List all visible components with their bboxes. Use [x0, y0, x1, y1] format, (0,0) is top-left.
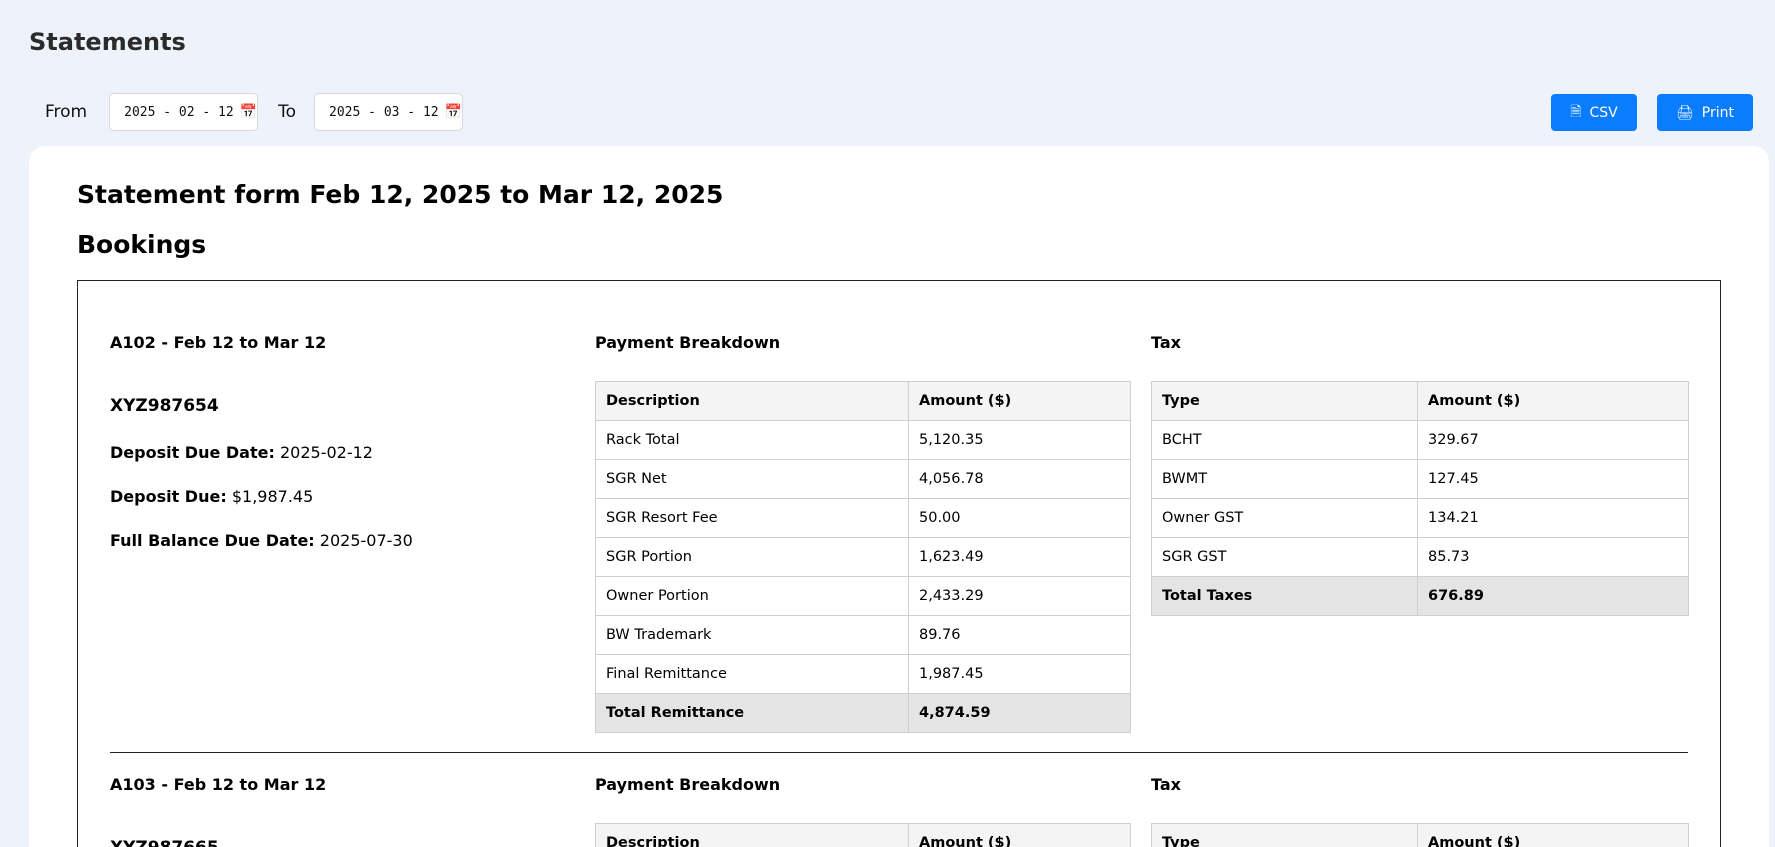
row-label: BWMT [1151, 459, 1418, 499]
deposit-due-date-label: Deposit Due Date: [110, 443, 275, 462]
row-label: Final Remittance [595, 654, 909, 694]
row-label: BW Trademark [595, 615, 909, 655]
table-row: Owner GST 134.21 [1151, 498, 1689, 538]
payment-breakdown-table: Description Amount ($) [595, 823, 1131, 847]
column-header: Description [595, 381, 909, 421]
column-header: Description [595, 823, 909, 847]
table-row: Final Remittance 1,987.45 [595, 654, 1131, 694]
table-row: BW Trademark 89.76 [595, 615, 1131, 655]
statement-title: Statement form Feb 12, 2025 to Mar 12, 2… [77, 180, 724, 209]
deposit-due: Deposit Due: $1,987.45 [110, 487, 313, 506]
row-label: Owner GST [1151, 498, 1418, 538]
tax-table: Type Amount ($) [1151, 823, 1689, 847]
calendar-icon[interactable]: 📅 [445, 104, 462, 120]
csv-button[interactable]: 🗎 CSV [1551, 94, 1637, 131]
column-header: Type [1151, 381, 1418, 421]
table-row: Owner Portion 2,433.29 [595, 576, 1131, 616]
bookings-heading: Bookings [77, 230, 207, 259]
payment-breakdown-title: Payment Breakdown [595, 775, 781, 794]
table-row: BWMT 127.45 [1151, 459, 1689, 499]
table-row: SGR Net 4,056.78 [595, 459, 1131, 499]
column-header: Amount ($) [908, 823, 1131, 847]
row-label: SGR Resort Fee [595, 498, 909, 538]
row-label: SGR GST [1151, 537, 1418, 577]
booking-code: XYZ987654 [110, 396, 219, 416]
row-amount: 89.76 [908, 615, 1131, 655]
total-label: Total Taxes [1151, 576, 1418, 616]
row-amount: 329.67 [1417, 420, 1689, 460]
deposit-due-value: $1,987.45 [231, 487, 314, 506]
column-header: Amount ($) [1417, 823, 1689, 847]
file-icon: 🗎 [1570, 103, 1582, 120]
booking-title: A102 - Feb 12 to Mar 12 [110, 333, 327, 352]
total-amount: 676.89 [1417, 576, 1689, 616]
row-label: Rack Total [595, 420, 909, 460]
to-label: To [278, 102, 297, 122]
to-date-input[interactable]: 2025 - 03 - 12 📅 [314, 93, 464, 131]
row-amount: 2,433.29 [908, 576, 1131, 616]
full-balance-value: 2025-07-30 [319, 531, 413, 550]
from-label: From [45, 102, 88, 122]
total-label: Total Remittance [595, 693, 909, 733]
csv-label: CSV [1589, 104, 1618, 121]
tax-title: Tax [1151, 333, 1181, 352]
row-amount: 1,623.49 [908, 537, 1131, 577]
date-filter-bar: From 2025 - 02 - 12 📅 To 2025 - 03 - 12 … [45, 93, 464, 131]
booking-code: XYZ987665 [110, 838, 219, 847]
full-balance-label: Full Balance Due Date: [110, 531, 315, 550]
calendar-icon[interactable]: 📅 [240, 104, 257, 120]
table-row: SGR Resort Fee 50.00 [595, 498, 1131, 538]
deposit-due-label: Deposit Due: [110, 487, 227, 506]
total-amount: 4,874.59 [908, 693, 1131, 733]
from-date-input[interactable]: 2025 - 02 - 12 📅 [109, 93, 259, 131]
print-button[interactable]: 🖨 Print [1657, 94, 1753, 131]
table-header-row: Type Amount ($) [1151, 823, 1689, 847]
total-row: Total Taxes 676.89 [1151, 576, 1689, 616]
table-header-row: Description Amount ($) [595, 823, 1131, 847]
column-header: Amount ($) [908, 381, 1131, 421]
table-row: BCHT 329.67 [1151, 420, 1689, 460]
row-amount: 4,056.78 [908, 459, 1131, 499]
page-title: Statements [29, 28, 186, 56]
row-amount: 127.45 [1417, 459, 1689, 499]
row-amount: 134.21 [1417, 498, 1689, 538]
table-row: Rack Total 5,120.35 [595, 420, 1131, 460]
full-balance-due-date: Full Balance Due Date: 2025-07-30 [110, 531, 413, 550]
from-date-value: 2025 - 02 - 12 [124, 104, 234, 120]
tax-table: Type Amount ($) BCHT 329.67 BWMT 127.45 Owne… [1151, 381, 1689, 616]
row-amount: 5,120.35 [908, 420, 1131, 460]
to-date-value: 2025 - 03 - 12 [329, 104, 439, 120]
row-label: BCHT [1151, 420, 1418, 460]
payment-breakdown-title: Payment Breakdown [595, 333, 781, 352]
total-row: Total Remittance 4,874.59 [595, 693, 1131, 733]
row-amount: 50.00 [908, 498, 1131, 538]
printer-icon: 🖨 [1676, 104, 1694, 121]
deposit-due-date-value: 2025-02-12 [279, 443, 373, 462]
row-amount: 1,987.45 [908, 654, 1131, 694]
row-label: SGR Portion [595, 537, 909, 577]
table-header-row: Description Amount ($) [595, 381, 1131, 421]
table-header-row: Type Amount ($) [1151, 381, 1689, 421]
payment-breakdown-table: Description Amount ($) Rack Total 5,120.3… [595, 381, 1131, 733]
print-label: Print [1701, 104, 1734, 121]
table-row: SGR GST 85.73 [1151, 537, 1689, 577]
row-amount: 85.73 [1417, 537, 1689, 577]
row-label: SGR Net [595, 459, 909, 499]
booking-divider [110, 752, 1688, 753]
tax-title: Tax [1151, 775, 1181, 794]
table-row: SGR Portion 1,623.49 [595, 537, 1131, 577]
column-header: Amount ($) [1417, 381, 1689, 421]
row-label: Owner Portion [595, 576, 909, 616]
deposit-due-date: Deposit Due Date: 2025-02-12 [110, 443, 373, 462]
column-header: Type [1151, 823, 1418, 847]
booking-title: A103 - Feb 12 to Mar 12 [110, 775, 327, 794]
